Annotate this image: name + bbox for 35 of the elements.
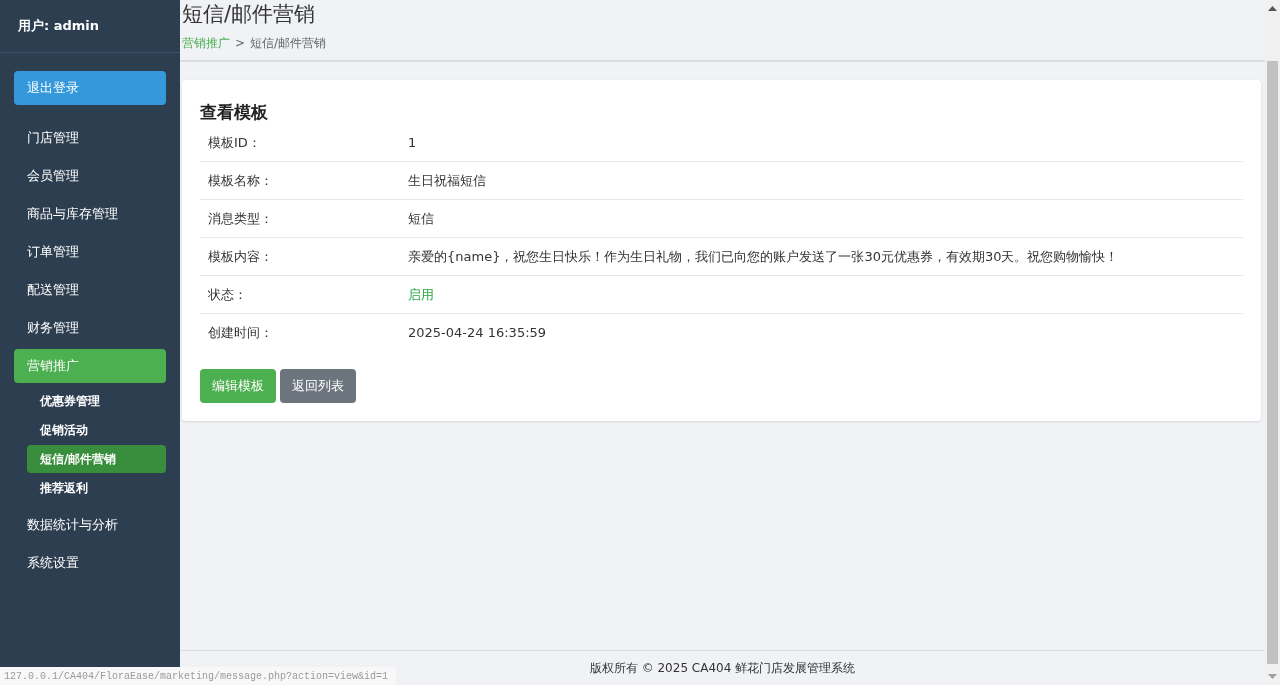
back-button[interactable]: 返回列表	[280, 369, 356, 403]
field-value: 亲爱的{name}，祝您生日快乐！作为生日礼物，我们已向您的账户发送了一张30元优惠券，有效期30天。祝您购物愉快！	[408, 247, 1119, 266]
nav-item[interactable]: 系统设置	[14, 546, 166, 580]
nav-item[interactable]: 财务管理	[14, 311, 166, 345]
nav-item[interactable]: 配送管理	[14, 273, 166, 307]
scroll-up-icon[interactable]	[1268, 6, 1277, 11]
field-label: 模板ID：	[207, 133, 262, 152]
nav-subitem[interactable]: 短信/邮件营销	[27, 445, 166, 473]
copyright-text: 版权所有 © 2025 CA404 鲜花门店发展管理系统	[589, 660, 856, 677]
field-label: 模板名称：	[207, 171, 274, 190]
nav-item[interactable]: 商品与库存管理	[14, 197, 166, 231]
field-value: 短信	[408, 209, 434, 228]
nav-item[interactable]: 订单管理	[14, 235, 166, 269]
user-label: 用户: admin	[18, 17, 100, 36]
status-value: 启用	[408, 285, 434, 304]
field-label: 创建时间：	[207, 324, 274, 343]
field-value: 2025-04-24 16:35:59	[408, 324, 547, 343]
nav-item[interactable]: 数据统计与分析	[14, 508, 166, 542]
page-title: 短信/邮件营销	[181, 1, 317, 28]
field-label: 消息类型：	[207, 209, 274, 228]
nav-item[interactable]: 会员管理	[14, 159, 166, 193]
card-title: 查看模板	[200, 101, 269, 124]
field-value: 生日祝福短信	[408, 171, 486, 190]
scrollbar-thumb[interactable]	[1267, 61, 1278, 664]
breadcrumb-separator: >	[235, 35, 246, 52]
nav-subitem[interactable]: 推荐返利	[27, 474, 166, 502]
breadcrumb-current: 短信/邮件营销	[250, 35, 327, 52]
nav-item[interactable]: 门店管理	[14, 121, 166, 155]
status-url: 127.0.0.1/CA404/FloraEase/marketing/message.php?action=view&id=1	[4, 669, 389, 684]
nav-subitem[interactable]: 优惠券管理	[27, 387, 166, 415]
scroll-down-icon[interactable]	[1268, 674, 1277, 679]
field-label: 模板内容：	[207, 247, 274, 266]
nav-subitem[interactable]: 促销活动	[27, 416, 166, 444]
field-value: 1	[408, 133, 417, 152]
field-label: 状态：	[207, 285, 248, 304]
